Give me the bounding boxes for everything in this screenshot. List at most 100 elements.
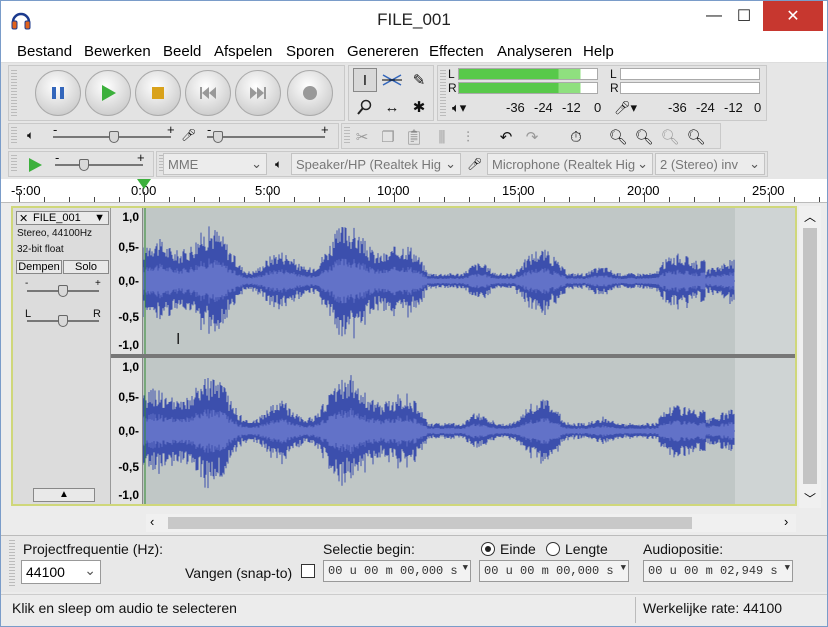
playback-speed-thumb[interactable] [79, 159, 89, 171]
playback-meter-right[interactable] [458, 82, 598, 94]
maximize-button[interactable]: ☐ [721, 1, 767, 31]
edit-toolbar: ✂ ❐ 📋︎ ⫼ ⫶ ↶ ↷ ⏱︎ 🔍︎ 🔍︎ 🔍︎ 🔍︎ [341, 123, 721, 149]
chevron-right-icon[interactable]: › [784, 514, 788, 529]
length-radio[interactable] [546, 542, 560, 556]
vertical-scale-bottom[interactable]: 1,0 0,5- 0,0- -0,5 -1,0 [111, 358, 143, 504]
chevron-up-icon[interactable]: ︿ [804, 208, 816, 225]
play-at-speed-button[interactable] [23, 153, 47, 177]
snap-to-checkbox[interactable] [301, 564, 315, 578]
close-button[interactable]: ✕ [763, 1, 823, 31]
zoom-in-icon[interactable]: 🔍︎ [606, 125, 630, 149]
toolbar-grip[interactable] [11, 70, 17, 116]
timeline-ruler[interactable]: -5:00 0:00 5:00 10:00 15:00 20:00 25:00 [1, 179, 827, 203]
scroll-thumb[interactable] [803, 228, 817, 484]
slider-min-label: - [53, 122, 58, 137]
menu-beeld[interactable]: Beeld [163, 43, 201, 60]
collapse-track-button[interactable]: ▲ [33, 488, 95, 502]
scroll-thumb[interactable] [168, 517, 692, 529]
audio-host-select[interactable]: MME ⌄ [163, 153, 267, 175]
waveform-channel-right[interactable] [143, 358, 795, 504]
undo-icon[interactable]: ↶ [494, 125, 518, 149]
skip-to-end-button[interactable] [235, 70, 281, 116]
transport-toolbar [8, 65, 345, 121]
stop-button[interactable] [135, 70, 181, 116]
mute-button[interactable]: Dempen [16, 260, 62, 274]
draw-tool-icon[interactable]: ✎ [407, 68, 431, 92]
menu-analyseren[interactable]: Analyseren [497, 43, 572, 60]
horizontal-scrollbar[interactable]: ‹ › [146, 514, 796, 532]
record-volume-slider[interactable] [207, 136, 325, 138]
redo-icon[interactable]: ↷ [520, 125, 544, 149]
menu-bewerken[interactable]: Bewerken [84, 43, 151, 60]
record-volume-thumb[interactable] [213, 131, 223, 143]
paste-icon[interactable]: 📋︎ [402, 125, 426, 149]
end-radio[interactable] [481, 542, 495, 556]
record-meter-left[interactable] [620, 68, 760, 80]
toolbar-grip[interactable] [11, 155, 17, 173]
cut-icon[interactable]: ✂ [350, 125, 374, 149]
track-name: FILE_001 [33, 212, 81, 224]
menu-genereren[interactable]: Genereren [347, 43, 419, 60]
skip-to-start-button[interactable] [185, 70, 231, 116]
ruler-tick [269, 192, 270, 202]
fit-project-icon[interactable]: 🔍︎ [684, 125, 708, 149]
zoom-tool-icon[interactable] [353, 95, 377, 119]
playback-speed-slider[interactable] [55, 164, 143, 166]
menu-sporen[interactable]: Sporen [286, 43, 334, 60]
record-meter-right[interactable] [620, 82, 760, 94]
ruler-tick [194, 197, 195, 202]
record-button[interactable] [287, 70, 333, 116]
pause-button[interactable] [35, 70, 81, 116]
fit-selection-icon[interactable]: 🔍︎ [658, 125, 682, 149]
multi-tool-icon[interactable]: ✱ [407, 95, 431, 119]
ruler-tick [219, 197, 220, 202]
silence-icon[interactable]: ⫶ [456, 125, 480, 149]
project-rate-select[interactable]: 44100 ⌄ [21, 560, 101, 584]
chevron-left-icon[interactable]: ‹ [150, 514, 154, 529]
selection-start-field[interactable]: 00 u 00 m 00,000 s ▼ [323, 560, 471, 582]
vertical-scale-top[interactable]: 1,0 0,5- 0,0- -0,5 -1,0 [111, 208, 143, 354]
meter-scale-label: -36 [668, 100, 687, 115]
trim-icon[interactable]: ⫼ [430, 125, 454, 149]
audio-position-field[interactable]: 00 u 00 m 02,949 s ▼ [643, 560, 793, 582]
chevron-down-icon[interactable]: ﹀ [804, 490, 816, 507]
sync-lock-icon[interactable]: ⏱︎ [564, 125, 588, 149]
menu-bestand[interactable]: Bestand [17, 43, 72, 60]
toolbar-grip[interactable] [11, 127, 17, 145]
menu-effecten[interactable]: Effecten [429, 43, 484, 60]
track-name-dropdown[interactable]: ✕ FILE_001 ▼ [16, 211, 109, 225]
playback-volume-thumb[interactable] [109, 131, 119, 143]
output-device-select[interactable]: Speaker/HP (Realtek Hig ⌄ [291, 153, 461, 175]
envelope-tool-icon[interactable] [380, 68, 404, 92]
slider-min-label: - [55, 150, 60, 165]
playhead-icon[interactable] [137, 179, 151, 191]
track-area[interactable]: ✕ FILE_001 ▼ Stereo, 44100Hz 32-bit floa… [11, 206, 797, 506]
selection-tool-icon[interactable]: I [353, 68, 377, 92]
vertical-scrollbar[interactable]: ︿ ﹀ [799, 206, 821, 508]
pan-slider-thumb[interactable] [58, 315, 68, 327]
ruler-tick [769, 192, 770, 202]
toolbar-grip[interactable] [9, 540, 15, 588]
gain-slider-thumb[interactable] [58, 285, 68, 297]
input-channels-select[interactable]: 2 (Stereo) inv ⌄ [655, 153, 765, 175]
ruler-label: -5:00 [11, 183, 41, 198]
input-device-select[interactable]: Microphone (Realtek Hig ⌄ [487, 153, 653, 175]
solo-button[interactable]: Solo [63, 260, 109, 274]
close-track-icon[interactable]: ✕ [19, 212, 28, 225]
copy-icon[interactable]: ❐ [376, 125, 400, 149]
speaker-icon[interactable]: 🔈︎▾ [452, 100, 466, 116]
zoom-out-icon[interactable]: 🔍︎ [632, 125, 656, 149]
meter-left-label: L [448, 67, 455, 81]
menu-afspelen[interactable]: Afspelen [214, 43, 272, 60]
playback-meter-left[interactable] [458, 68, 598, 80]
play-button[interactable] [85, 70, 131, 116]
menu-help[interactable]: Help [583, 43, 614, 60]
waveform-channel-left[interactable] [143, 208, 795, 354]
chevron-down-icon: ⌄ [84, 562, 96, 578]
toolbar-grip[interactable] [440, 70, 446, 116]
selection-end-field[interactable]: 00 u 00 m 00,000 s ▼ [479, 560, 629, 582]
ruler-tick [794, 197, 795, 202]
meter-scale-label: -12 [724, 100, 743, 115]
microphone-icon[interactable]: 🎤︎▾ [614, 100, 637, 116]
timeshift-tool-icon[interactable]: ↔ [380, 95, 404, 119]
